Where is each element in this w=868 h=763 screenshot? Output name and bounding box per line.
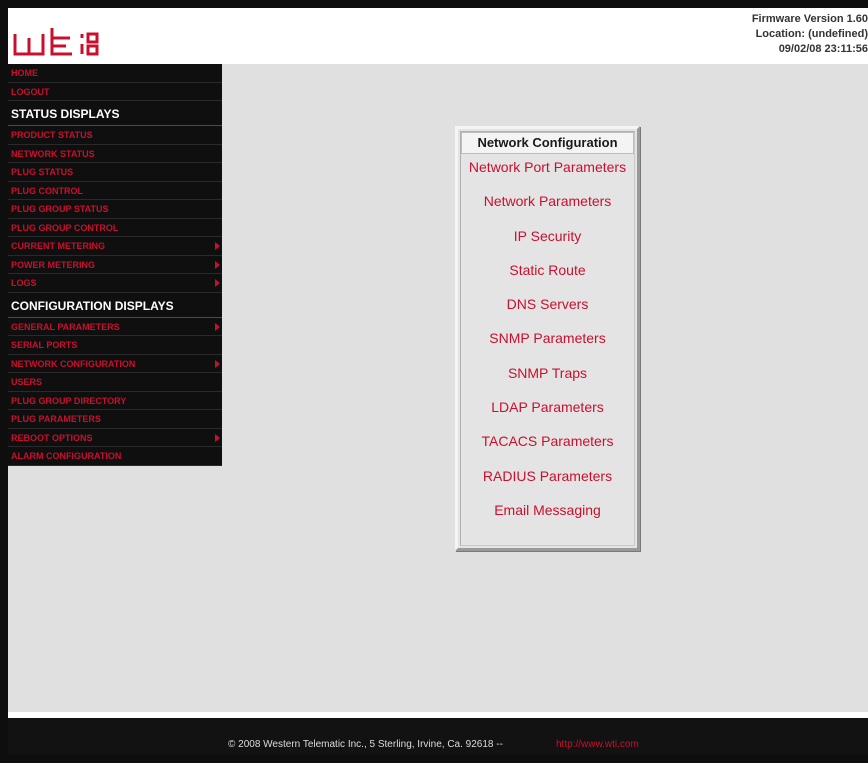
link-ip-security[interactable]: IP Security: [458, 228, 637, 244]
sidebar-item-plug-parameters[interactable]: PLUG PARAMETERS: [8, 410, 222, 429]
sidebar-item-home[interactable]: HOME: [8, 64, 222, 83]
submenu-arrow-icon: [215, 279, 220, 287]
sidebar-item-plug-group-status[interactable]: PLUG GROUP STATUS: [8, 200, 222, 219]
header: Firmware Version 1.60 Location: (undefin…: [8, 8, 868, 64]
link-static-route[interactable]: Static Route: [458, 262, 637, 278]
link-ldap-parameters[interactable]: LDAP Parameters: [458, 399, 637, 415]
submenu-arrow-icon: [215, 359, 220, 368]
footer: © 2008 Western Telematic Inc., 5 Sterlin…: [8, 718, 868, 755]
sidebar-item-general-parameters[interactable]: GENERAL PARAMETERS: [8, 318, 222, 336]
copyright-text: © 2008 Western Telematic Inc., 5 Sterlin…: [228, 739, 503, 750]
sidebar-item-plug-status[interactable]: PLUG STATUS: [8, 163, 222, 182]
sidebar-item-network-status[interactable]: NETWORK STATUS: [8, 145, 222, 163]
sidebar-item-product-status[interactable]: PRODUCT STATUS: [8, 126, 222, 145]
link-snmp-traps[interactable]: SNMP Traps: [458, 365, 637, 381]
submenu-arrow-icon: [215, 322, 220, 331]
sidebar-item-logs[interactable]: LOGS: [8, 274, 222, 293]
network-configuration-panel: Network Configuration Network Port Param…: [455, 126, 640, 551]
sidebar-item-power-metering[interactable]: POWER METERING: [8, 256, 222, 274]
submenu-arrow-icon: [215, 433, 220, 442]
sidebar-item-plug-group-directory[interactable]: PLUG GROUP DIRECTORY: [8, 392, 222, 410]
submenu-arrow-icon: [215, 242, 220, 250]
sidebar-item-logout[interactable]: LOGOUT: [8, 83, 222, 101]
firmware-version: Firmware Version 1.60: [751, 13, 868, 25]
device-info: Firmware Version 1.60 Location: (undefin…: [752, 12, 868, 57]
link-snmp-parameters[interactable]: SNMP Parameters: [458, 330, 637, 346]
status-displays-heading: STATUS DISPLAYS: [8, 101, 222, 126]
submenu-arrow-icon: [215, 260, 220, 269]
location-info: Location: (undefined): [755, 28, 868, 40]
sidebar-item-plug-control[interactable]: PLUG CONTROL: [8, 182, 222, 200]
link-tacacs-parameters[interactable]: TACACS Parameters: [458, 433, 637, 449]
website-link[interactable]: http://www.wti.com: [556, 739, 639, 750]
link-radius-parameters[interactable]: RADIUS Parameters: [458, 468, 637, 484]
sidebar-item-reboot-options[interactable]: REBOOT OPTIONS: [8, 429, 222, 447]
sidebar: HOME LOGOUT STATUS DISPLAYS PRODUCT STAT…: [8, 64, 222, 466]
browser-frame: Firmware Version 1.60 Location: (undefin…: [0, 0, 868, 763]
link-email-messaging[interactable]: Email Messaging: [458, 502, 637, 518]
sidebar-item-network-configuration[interactable]: NETWORK CONFIGURATION: [8, 355, 222, 373]
link-network-parameters[interactable]: Network Parameters: [458, 193, 637, 209]
sidebar-item-serial-ports[interactable]: SERIAL PORTS: [8, 336, 222, 355]
sidebar-item-alarm-configuration[interactable]: ALARM CONFIGURATION: [8, 447, 222, 466]
sidebar-item-users[interactable]: USERS: [8, 373, 222, 392]
sidebar-item-current-metering[interactable]: CURRENT METERING: [8, 237, 222, 256]
date-time: 09/02/08 23:11:56: [778, 43, 868, 55]
link-dns-servers[interactable]: DNS Servers: [458, 296, 637, 312]
sidebar-item-plug-group-control[interactable]: PLUG GROUP CONTROL: [8, 219, 222, 237]
content-area: HOME LOGOUT STATUS DISPLAYS PRODUCT STAT…: [8, 64, 868, 712]
link-network-port-parameters[interactable]: Network Port Parameters: [458, 159, 637, 175]
configuration-displays-heading: CONFIGURATION DISPLAYS: [8, 293, 222, 318]
panel-title: Network Configuration: [461, 132, 634, 154]
wti-logo: [13, 28, 99, 56]
